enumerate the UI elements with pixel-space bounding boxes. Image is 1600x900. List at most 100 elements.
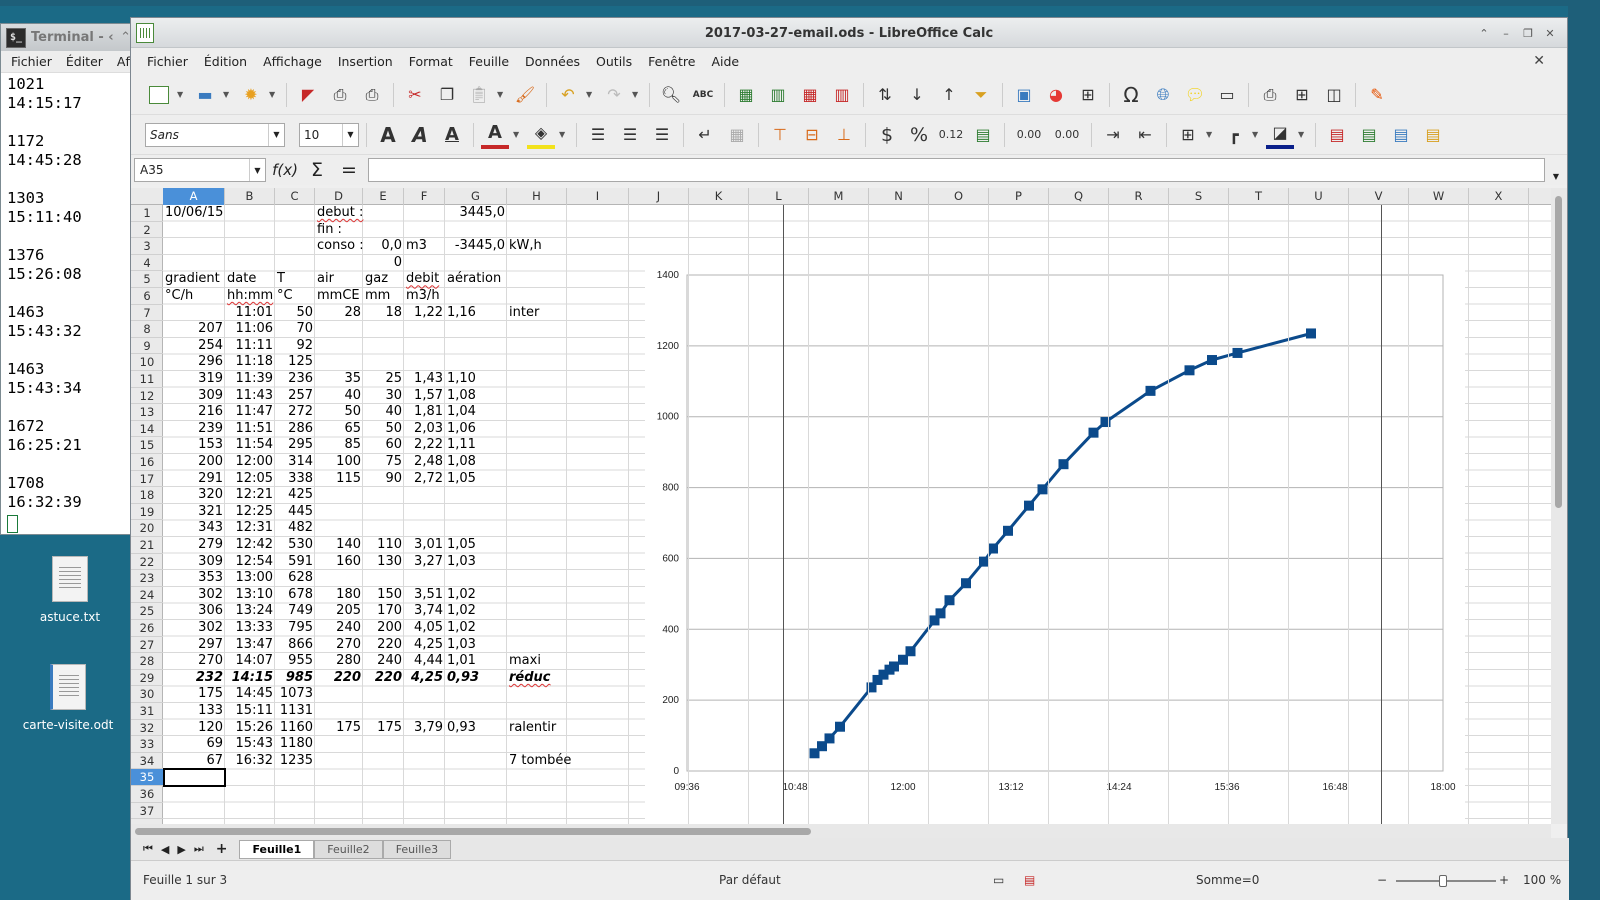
selected-cell-cursor[interactable] [163, 768, 226, 787]
sum-display[interactable]: Somme=0 [1196, 873, 1259, 887]
column-header-d[interactable]: D [315, 188, 363, 205]
window-restore-icon[interactable]: ❐ [1519, 24, 1537, 42]
cell-a11[interactable]: 319 [163, 371, 225, 388]
cell-d6[interactable]: mmCE [315, 288, 362, 305]
pivot-table-icon[interactable]: ⊞ [1074, 81, 1102, 109]
border-style-icon[interactable]: ┏ [1220, 121, 1248, 149]
comment-icon[interactable]: 💬︎ [1181, 81, 1209, 109]
cell-e6[interactable]: mm [363, 288, 392, 305]
row-header-19[interactable]: 19 [131, 504, 163, 521]
cell-e15[interactable]: 60 [363, 437, 404, 454]
cell-h28[interactable]: maxi [507, 653, 543, 670]
cell-g5[interactable]: aération [445, 271, 503, 288]
cell-b8[interactable]: 11:06 [225, 321, 275, 338]
bold-icon[interactable]: A [374, 121, 402, 149]
column-header-m[interactable]: M [809, 188, 869, 205]
cell-area[interactable]: 0 200 400 600 800 1000 1200 1400 09:36 10:48 12:00… [163, 205, 1551, 824]
row-header-28[interactable]: 28 [131, 653, 163, 670]
cell-d14[interactable]: 65 [315, 421, 363, 438]
row-header-31[interactable]: 31 [131, 703, 163, 720]
cell-a18[interactable]: 320 [163, 487, 225, 504]
cell-c15[interactable]: 295 [275, 437, 315, 454]
new-document-icon[interactable] [145, 81, 173, 109]
font-name-box[interactable]: Sans ▼ [145, 122, 285, 147]
cell-b33[interactable]: 15:43 [225, 736, 275, 753]
export-pdf-icon[interactable]: ◤ [294, 81, 322, 109]
column-header-s[interactable]: S [1169, 188, 1229, 205]
column-header-u[interactable]: U [1289, 188, 1349, 205]
cell-f7[interactable]: 1,22 [404, 305, 445, 322]
cell-c13[interactable]: 272 [275, 404, 315, 421]
cell-a13[interactable]: 216 [163, 404, 225, 421]
last-sheet-icon[interactable]: ⏭ [194, 842, 204, 856]
sum-icon[interactable]: Σ [304, 159, 330, 181]
cell-e25[interactable]: 170 [363, 603, 404, 620]
cell-b29[interactable]: 14:15 [225, 670, 275, 687]
menu-feuille[interactable]: Feuille [461, 54, 517, 69]
delete-decimal-icon[interactable]: 0.00 [1050, 121, 1084, 149]
cell-a19[interactable]: 321 [163, 504, 225, 521]
cell-a34[interactable]: 67 [163, 753, 225, 770]
cell-e26[interactable]: 200 [363, 620, 404, 637]
cell-a16[interactable]: 200 [163, 454, 225, 471]
column-header-l[interactable]: L [749, 188, 809, 205]
cell-c34[interactable]: 1235 [275, 753, 315, 770]
cell-g17[interactable]: 1,05 [445, 471, 478, 488]
cell-b9[interactable]: 11:11 [225, 338, 275, 355]
cell-c19[interactable]: 445 [275, 504, 315, 521]
special-character-icon[interactable]: Ω [1117, 81, 1145, 109]
cell-a9[interactable]: 254 [163, 338, 225, 355]
highlight-color-icon[interactable]: ◈ [527, 121, 555, 149]
row-header-20[interactable]: 20 [131, 520, 163, 537]
cell-b11[interactable]: 11:39 [225, 371, 275, 388]
decrease-indent-icon[interactable]: ⇤ [1131, 121, 1159, 149]
cell-a27[interactable]: 297 [163, 637, 225, 654]
chart[interactable]: 0 200 400 600 800 1000 1200 1400 09:36 10:48 12:00… [645, 259, 1465, 819]
define-print-area-icon[interactable]: ⎙ [1256, 81, 1284, 109]
redo-dropdown-icon[interactable]: ▼ [632, 90, 642, 99]
row-header-23[interactable]: 23 [131, 570, 163, 587]
column-header-w[interactable]: W [1409, 188, 1469, 205]
cell-h29[interactable]: réduc [507, 670, 553, 687]
currency-icon[interactable]: $ [873, 121, 901, 149]
column-header-h[interactable]: H [507, 188, 567, 205]
row-header-8[interactable]: 8 [131, 321, 163, 338]
cell-f16[interactable]: 2,48 [404, 454, 445, 471]
cell-d13[interactable]: 50 [315, 404, 363, 421]
row-header-13[interactable]: 13 [131, 404, 163, 421]
cell-c25[interactable]: 749 [275, 603, 315, 620]
wrap-text-icon[interactable]: ↵ [691, 121, 719, 149]
cell-b12[interactable]: 11:43 [225, 388, 275, 405]
formula-expand-icon[interactable]: ▼ [1549, 164, 1563, 188]
formula-equals-icon[interactable]: = [336, 159, 362, 181]
copy-icon[interactable]: ❐ [433, 81, 461, 109]
italic-icon[interactable]: A [406, 121, 434, 149]
zoom-in-button[interactable]: + [1499, 873, 1509, 887]
vertical-scroll-thumb[interactable] [1555, 196, 1562, 508]
cell-f3[interactable]: m3 [404, 238, 429, 255]
spellcheck-icon[interactable]: ABC [689, 81, 717, 109]
cell-c32[interactable]: 1160 [275, 720, 315, 737]
cell-f5[interactable]: debit [404, 271, 441, 288]
underline-icon[interactable]: A [438, 121, 466, 149]
cell-b5[interactable]: date [225, 271, 258, 288]
templates-icon[interactable]: ✹ [237, 81, 265, 109]
row-header-6[interactable]: 6 [131, 288, 163, 305]
menu-fichier[interactable]: Fichier [139, 54, 196, 69]
cell-a17[interactable]: 291 [163, 471, 225, 488]
number-format-icon[interactable]: 0.12 [937, 121, 965, 149]
border-style-dropdown-icon[interactable]: ▼ [1252, 130, 1262, 139]
cell-a6[interactable]: °C/h [163, 288, 195, 305]
cell-g3[interactable]: -3445,0 [445, 238, 507, 255]
cell-f27[interactable]: 4,25 [404, 637, 445, 654]
cell-d24[interactable]: 180 [315, 587, 363, 604]
vertical-scrollbar[interactable] [1551, 188, 1567, 824]
print-preview-icon[interactable]: ⎙ [358, 81, 386, 109]
terminal-titlebar[interactable]: $_ Terminal - ‹ ⌃ [1, 24, 131, 51]
cell-c29[interactable]: 985 [275, 670, 315, 687]
menu-donnees[interactable]: Données [517, 54, 588, 69]
cell-g21[interactable]: 1,05 [445, 537, 478, 554]
cell-a1[interactable]: 10/06/15 [163, 205, 225, 222]
column-header-b[interactable]: B [225, 188, 275, 205]
border-color-dropdown-icon[interactable]: ▼ [1298, 130, 1308, 139]
